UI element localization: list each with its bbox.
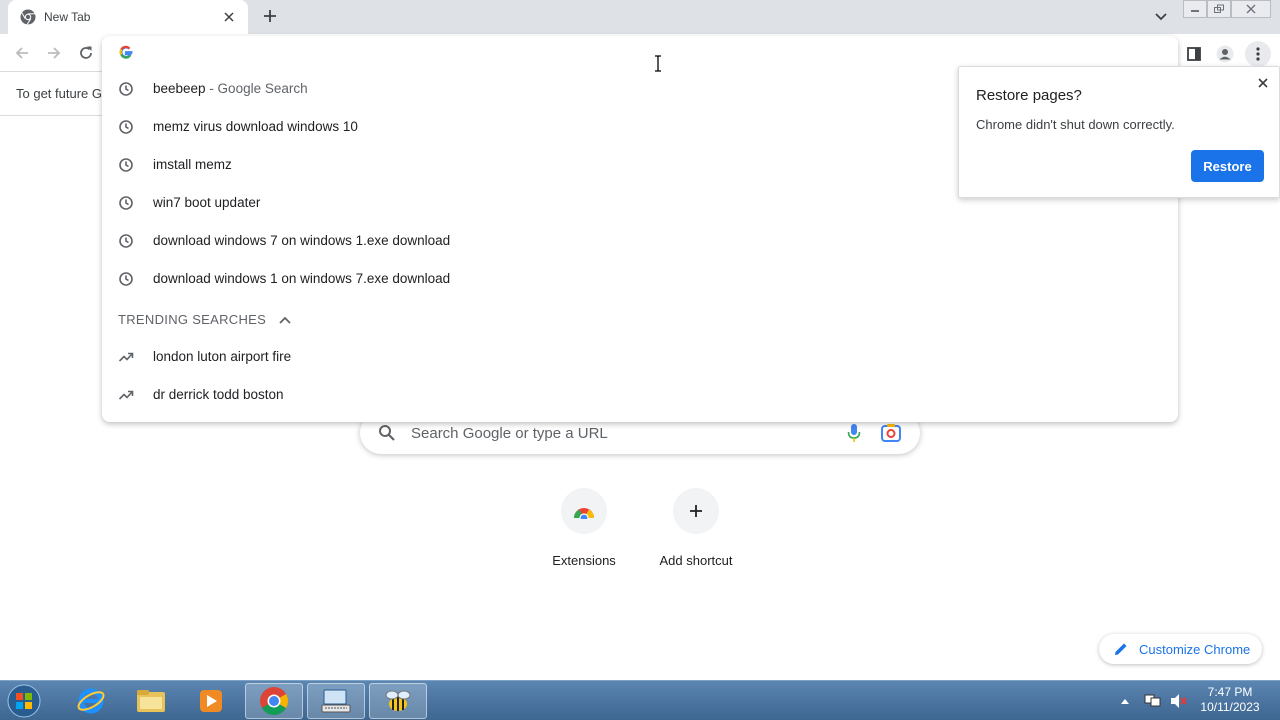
suggestion-text: beebeep - Google Search [153, 81, 308, 96]
minimize-button[interactable] [1183, 0, 1207, 18]
system-tray [1120, 683, 1188, 719]
trending-searches-header[interactable]: TRENDING SEARCHES [118, 312, 292, 327]
reload-icon [80, 46, 92, 59]
more-vertical-icon [1256, 47, 1260, 61]
clock-time: 7:47 PM [1207, 685, 1253, 699]
trending-up-icon [118, 352, 134, 362]
restore-down-icon [1214, 4, 1224, 13]
chrome-icon [260, 687, 288, 715]
profile-button[interactable] [1212, 41, 1238, 67]
clock-date: 10/11/2023 [1200, 700, 1260, 714]
restore-button[interactable]: Restore [1191, 150, 1264, 182]
history-clock-icon [119, 196, 133, 210]
google-g-icon [119, 45, 133, 59]
plus-icon [264, 10, 276, 22]
history-clock-icon [119, 82, 133, 96]
trending-up-icon [118, 390, 134, 400]
history-clock-icon [119, 158, 133, 172]
customize-chrome-button[interactable]: Customize Chrome [1099, 634, 1262, 664]
suggestion-item[interactable]: download windows 7 on windows 1.exe down… [102, 222, 1178, 260]
trending-item[interactable]: dr derrick todd boston [102, 376, 1178, 414]
trending-header-label: TRENDING SEARCHES [118, 312, 267, 327]
taskbar-keyboard-app[interactable] [307, 683, 365, 719]
tab-strip: New Tab [0, 0, 1280, 34]
minimize-icon [1191, 10, 1199, 12]
taskbar: 7:47 PM 10/11/2023 [0, 680, 1280, 720]
suggestion-text: download windows 7 on windows 1.exe down… [153, 233, 451, 248]
media-player-icon [200, 690, 222, 712]
suggestion-item[interactable]: download windows 1 on windows 7.exe down… [102, 260, 1178, 298]
chevron-up-icon [279, 316, 291, 324]
history-clock-icon [119, 120, 133, 134]
history-clock-icon [119, 234, 133, 248]
tab-title: New Tab [44, 10, 91, 24]
tab-search-button[interactable] [1150, 6, 1172, 28]
microphone-icon[interactable] [846, 423, 862, 443]
taskbar-file-explorer[interactable] [122, 683, 180, 719]
text-cursor-icon [655, 55, 661, 72]
forward-button[interactable] [42, 41, 66, 65]
address-bar[interactable] [102, 36, 1178, 68]
suggestion-text: win7 boot updater [153, 195, 261, 210]
windows-orb-icon [7, 684, 41, 718]
taskbar-beebeep[interactable] [369, 683, 427, 719]
info-bar-message: To get future G [16, 86, 102, 101]
restore-dialog-title: Restore pages? [976, 87, 1082, 104]
search-icon [379, 425, 395, 441]
profile-icon [1216, 45, 1234, 63]
taskbar-chrome[interactable] [245, 683, 303, 719]
volume-muted-icon[interactable] [1170, 693, 1188, 709]
history-clock-icon [119, 272, 133, 286]
taskbar-clock[interactable]: 7:47 PM 10/11/2023 [1196, 685, 1264, 715]
trending-text: london luton airport fire [153, 349, 292, 364]
tab-new-tab[interactable]: New Tab [8, 0, 248, 34]
back-button[interactable] [10, 41, 34, 65]
chrome-icon [20, 9, 36, 25]
add-shortcut-tile [673, 488, 719, 534]
restore-down-button[interactable] [1207, 0, 1231, 18]
keyboard-icon [321, 689, 351, 713]
show-hidden-icons-icon[interactable] [1120, 697, 1130, 705]
close-icon[interactable] [1255, 75, 1271, 91]
trending-item[interactable]: london luton airport fire [102, 338, 1178, 376]
close-icon [1246, 4, 1256, 14]
chevron-down-icon [1155, 13, 1167, 21]
shortcut-add[interactable]: Add shortcut [640, 488, 752, 578]
suggestion-text: download windows 1 on windows 7.exe down… [153, 271, 451, 286]
suggestion-suffix: - Google Search [205, 81, 308, 96]
back-arrow-icon [15, 47, 28, 59]
forward-arrow-icon [48, 47, 61, 59]
start-button[interactable] [4, 683, 44, 719]
new-tab-button[interactable] [258, 4, 282, 28]
chrome-web-store-icon [574, 508, 594, 519]
ntp-search-placeholder: Search Google or type a URL [411, 425, 608, 442]
suggestion-text: memz virus download windows 10 [153, 119, 358, 134]
shortcut-label: Add shortcut [659, 553, 733, 568]
reload-button[interactable] [74, 41, 98, 65]
side-panel-icon [1187, 47, 1201, 61]
side-panel-button[interactable] [1181, 41, 1207, 67]
close-window-button[interactable] [1231, 0, 1271, 18]
network-icon[interactable] [1144, 693, 1162, 709]
shortcut-label: Extensions [552, 553, 616, 568]
tab-close-icon[interactable] [220, 8, 238, 26]
restore-pages-dialog: Restore pages? Chrome didn't shut down c… [958, 66, 1280, 198]
folder-icon [137, 690, 165, 712]
internet-explorer-icon [77, 688, 105, 714]
restore-dialog-body: Chrome didn't shut down correctly. [976, 117, 1175, 132]
shortcut-extensions[interactable]: Extensions [528, 488, 640, 578]
taskbar-internet-explorer[interactable] [62, 683, 120, 719]
trending-text: dr derrick todd boston [153, 387, 284, 402]
bee-icon [385, 690, 411, 711]
taskbar-media-player[interactable] [182, 683, 240, 719]
plus-icon [690, 505, 702, 517]
google-lens-icon[interactable] [881, 423, 901, 443]
shortcut-extensions-tile [561, 488, 607, 534]
suggestion-text: imstall memz [153, 157, 232, 172]
pencil-icon [1115, 643, 1127, 655]
menu-button[interactable] [1245, 41, 1271, 67]
customize-chrome-label: Customize Chrome [1139, 641, 1251, 657]
